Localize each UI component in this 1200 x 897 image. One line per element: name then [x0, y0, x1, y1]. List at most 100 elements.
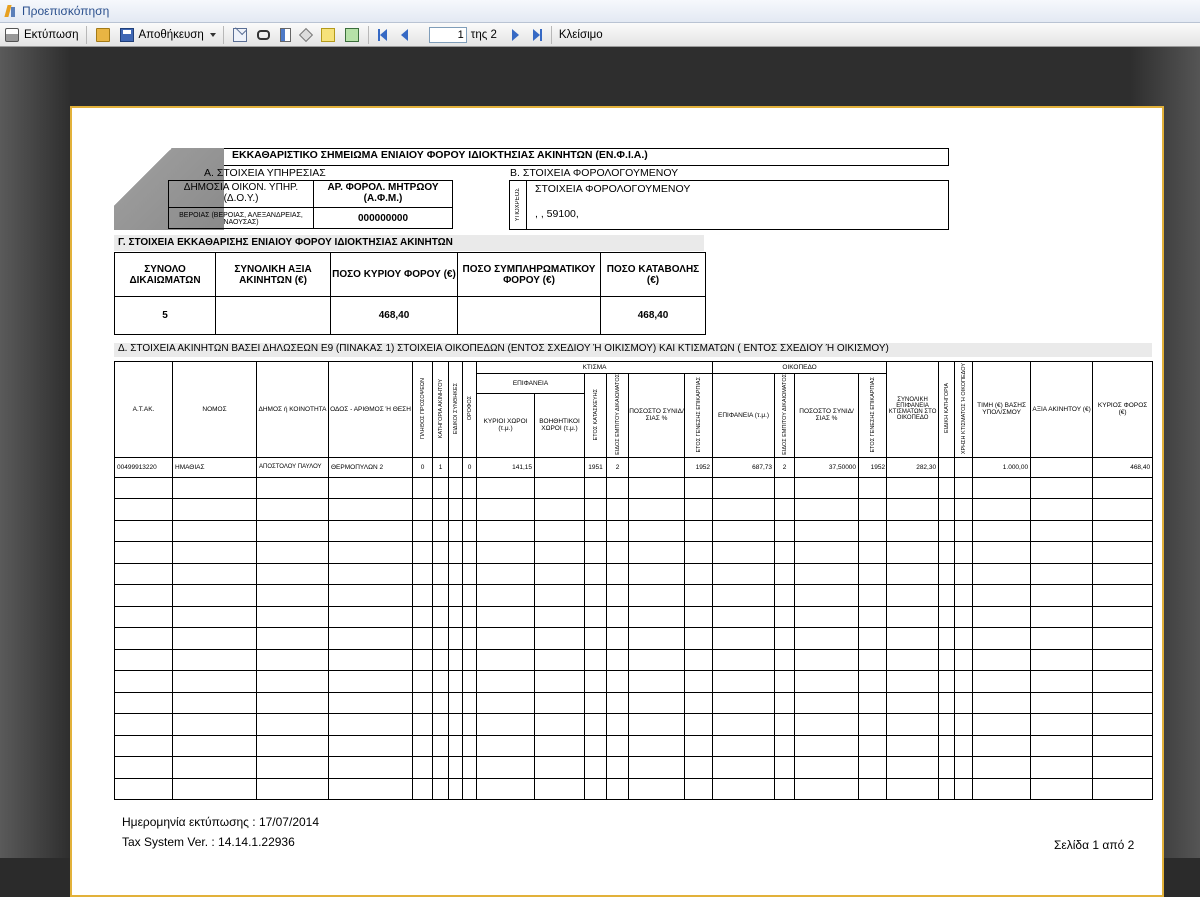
last-page-icon[interactable] [532, 28, 542, 41]
table-row [114, 498, 1154, 521]
table-cell [712, 519, 776, 543]
detail-table: Α.Τ.ΑΚ. ΝΟΜΟΣ ΔΗΜΟΣ ή ΚΟΙΝΟΤΗΤΑ ΟΔΟΣ - Α… [114, 361, 1154, 801]
table-cell [938, 562, 956, 586]
next-page-icon[interactable] [511, 28, 519, 41]
chevron-down-icon[interactable] [209, 32, 216, 37]
page-setup-button[interactable] [340, 25, 364, 45]
summary-value [457, 296, 601, 335]
table-cell [858, 691, 888, 715]
window-title: Προεπισκόπηση [22, 4, 110, 18]
table-cell [256, 670, 329, 693]
table-cell [886, 519, 940, 543]
preview-viewport[interactable]: ΕΝ.Φ.Ι.Α. ΕΚΚΑΘΑΡΙΣΤΙΚΟ ΣΗΜΕΙΩΜΑ ΕΝΙΑΙΟΥ… [0, 47, 1200, 897]
table-cell [448, 519, 463, 543]
table-cell [858, 670, 888, 693]
email-button[interactable] [228, 25, 252, 45]
table-cell [1092, 627, 1154, 650]
table-cell [256, 627, 329, 650]
table-cell [954, 734, 974, 758]
col-header: ΕΙΔΙΚΗ ΚΑΤΗΓΟΡΙΑ [938, 361, 956, 458]
table-cell [328, 713, 413, 736]
edit-button[interactable] [316, 25, 340, 45]
table-row [114, 734, 1154, 758]
table-cell [712, 648, 776, 672]
table-cell: 2 [774, 456, 796, 478]
table-cell [114, 519, 173, 543]
settings-button[interactable] [296, 25, 316, 45]
table-cell [683, 584, 714, 607]
table-cell [412, 734, 433, 758]
table-cell: ΘΕΡΜΟΠΥΛΩΝ 2 [328, 456, 413, 478]
table-cell [628, 670, 685, 693]
table-cell [683, 498, 714, 521]
col-header: ΑΞΙΑ ΑΚΙΝΗΤΟΥ (€) [1030, 361, 1094, 458]
table-cell [712, 670, 776, 693]
table-cell [774, 562, 796, 586]
table-cell [328, 756, 413, 779]
print-button[interactable]: Εκτύπωση [0, 25, 82, 45]
table-cell [886, 627, 940, 650]
table-cell [606, 562, 629, 586]
document-map-button[interactable] [275, 25, 296, 45]
table-cell [954, 648, 974, 672]
first-page-icon[interactable] [377, 28, 387, 41]
table-cell [1092, 648, 1154, 672]
table-cell [683, 605, 714, 629]
table-cell [774, 648, 796, 672]
table-cell [938, 476, 956, 500]
table-row [114, 756, 1154, 779]
table-cell [954, 691, 974, 715]
table-cell [462, 498, 477, 521]
table-cell [448, 627, 463, 650]
table-cell [114, 627, 173, 650]
table-cell [462, 519, 477, 543]
table-cell [794, 627, 860, 650]
table-cell [1030, 627, 1094, 650]
table-cell [114, 648, 173, 672]
table-cell [412, 777, 433, 801]
col-header-text: ΕΤΟΣ ΓΕΝΕΣΗΣ ΕΠΙΚΑΡΠΙΑΣ [869, 376, 876, 453]
table-cell [712, 605, 776, 629]
table-cell [584, 648, 607, 672]
section-b-title: Β. ΣΤΟΙΧΕΙΑ ΦΟΡΟΛΟΓΟΥΜΕΝΟΥ [510, 167, 679, 179]
table-cell [886, 734, 940, 758]
table-cell [1030, 584, 1094, 607]
save-button[interactable]: Αποθήκευση [115, 25, 219, 45]
table-row [114, 541, 1154, 564]
page-number-input[interactable] [428, 26, 467, 43]
table-cell [534, 691, 585, 715]
previous-page-icon[interactable] [400, 28, 408, 41]
toolbar-separator [550, 25, 552, 44]
section-a-title: Α. ΣΤΟΙΧΕΙΑ ΥΠΗΡΕΣΙΑΣ [204, 167, 326, 179]
col-header: ΝΟΜΟΣ [172, 361, 257, 458]
table-cell [412, 605, 433, 629]
table-cell [628, 756, 685, 779]
table-cell [954, 541, 974, 564]
title-bar: Προεπισκόπηση [0, 0, 1200, 23]
table-cell [448, 734, 463, 758]
table-cell [448, 562, 463, 586]
col-header-text: ΚΑΤΗΓΟΡΙΑ ΑΚΙΝΗΤΟΥ [437, 378, 444, 439]
table-cell [938, 519, 956, 543]
table-cell [412, 519, 433, 543]
table-cell [683, 476, 714, 500]
table-cell [954, 713, 974, 736]
close-button[interactable]: Κλείσιμο [556, 25, 606, 45]
table-cell [972, 670, 1032, 693]
table-cell [412, 648, 433, 672]
col-header: ΚΥΡΙΟΣ ΦΟΡΟΣ (€) [1092, 361, 1154, 458]
open-button[interactable] [91, 25, 115, 45]
table-cell [712, 713, 776, 736]
table-cell [328, 691, 413, 715]
col-header: ΧΡΗΣΗ ΚΤΙΣΜΑΤΟΣ Ή ΟΙΚΟΠΕΔΟΥ [954, 361, 974, 458]
table-cell [606, 756, 629, 779]
table-cell [584, 476, 607, 500]
table-cell [972, 562, 1032, 586]
table-cell [172, 541, 257, 564]
table-cell [256, 498, 329, 521]
table-cell [606, 648, 629, 672]
table-cell [1092, 584, 1154, 607]
table-cell [584, 777, 607, 801]
table-cell [794, 691, 860, 715]
find-button[interactable] [252, 25, 275, 45]
